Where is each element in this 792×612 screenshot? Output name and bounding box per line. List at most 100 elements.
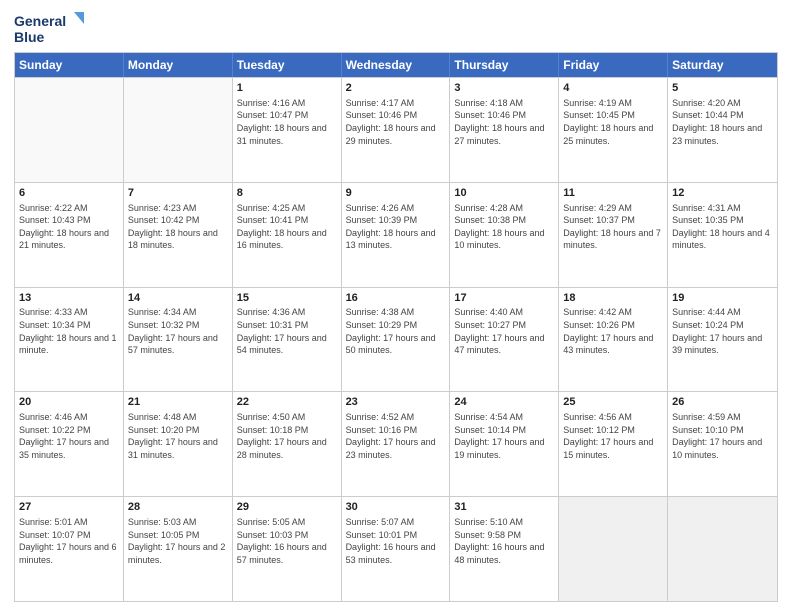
day-cell-26: 26Sunrise: 4:59 AM Sunset: 10:10 PM Dayl… bbox=[668, 392, 777, 496]
day-info: Sunrise: 4:29 AM Sunset: 10:37 PM Daylig… bbox=[563, 202, 663, 252]
day-number: 13 bbox=[19, 291, 119, 306]
day-number: 3 bbox=[454, 81, 554, 96]
day-info: Sunrise: 4:54 AM Sunset: 10:14 PM Daylig… bbox=[454, 411, 554, 461]
day-number: 21 bbox=[128, 395, 228, 410]
day-number: 14 bbox=[128, 291, 228, 306]
day-cell-31: 31Sunrise: 5:10 AM Sunset: 9:58 PM Dayli… bbox=[450, 497, 559, 601]
day-cell-1: 1Sunrise: 4:16 AM Sunset: 10:47 PM Dayli… bbox=[233, 78, 342, 182]
calendar-body: 1Sunrise: 4:16 AM Sunset: 10:47 PM Dayli… bbox=[15, 77, 777, 601]
day-info: Sunrise: 4:38 AM Sunset: 10:29 PM Daylig… bbox=[346, 306, 446, 356]
day-number: 24 bbox=[454, 395, 554, 410]
week-row-2: 6Sunrise: 4:22 AM Sunset: 10:43 PM Dayli… bbox=[15, 182, 777, 287]
day-number: 16 bbox=[346, 291, 446, 306]
day-cell-13: 13Sunrise: 4:33 AM Sunset: 10:34 PM Dayl… bbox=[15, 288, 124, 392]
day-cell-5: 5Sunrise: 4:20 AM Sunset: 10:44 PM Dayli… bbox=[668, 78, 777, 182]
day-cell-17: 17Sunrise: 4:40 AM Sunset: 10:27 PM Dayl… bbox=[450, 288, 559, 392]
day-number: 6 bbox=[19, 186, 119, 201]
calendar-header: SundayMondayTuesdayWednesdayThursdayFrid… bbox=[15, 53, 777, 77]
empty-cell bbox=[15, 78, 124, 182]
day-cell-12: 12Sunrise: 4:31 AM Sunset: 10:35 PM Dayl… bbox=[668, 183, 777, 287]
day-info: Sunrise: 4:40 AM Sunset: 10:27 PM Daylig… bbox=[454, 306, 554, 356]
empty-cell bbox=[668, 497, 777, 601]
day-cell-10: 10Sunrise: 4:28 AM Sunset: 10:38 PM Dayl… bbox=[450, 183, 559, 287]
day-info: Sunrise: 4:59 AM Sunset: 10:10 PM Daylig… bbox=[672, 411, 773, 461]
day-cell-27: 27Sunrise: 5:01 AM Sunset: 10:07 PM Dayl… bbox=[15, 497, 124, 601]
svg-text:Blue: Blue bbox=[14, 29, 45, 45]
day-number: 1 bbox=[237, 81, 337, 96]
svg-text:General: General bbox=[14, 13, 66, 29]
day-info: Sunrise: 4:18 AM Sunset: 10:46 PM Daylig… bbox=[454, 97, 554, 147]
day-header-thursday: Thursday bbox=[450, 53, 559, 77]
day-info: Sunrise: 4:26 AM Sunset: 10:39 PM Daylig… bbox=[346, 202, 446, 252]
week-row-1: 1Sunrise: 4:16 AM Sunset: 10:47 PM Dayli… bbox=[15, 77, 777, 182]
day-cell-2: 2Sunrise: 4:17 AM Sunset: 10:46 PM Dayli… bbox=[342, 78, 451, 182]
day-info: Sunrise: 5:03 AM Sunset: 10:05 PM Daylig… bbox=[128, 516, 228, 566]
day-header-sunday: Sunday bbox=[15, 53, 124, 77]
day-cell-3: 3Sunrise: 4:18 AM Sunset: 10:46 PM Dayli… bbox=[450, 78, 559, 182]
day-info: Sunrise: 4:22 AM Sunset: 10:43 PM Daylig… bbox=[19, 202, 119, 252]
day-header-monday: Monday bbox=[124, 53, 233, 77]
day-cell-19: 19Sunrise: 4:44 AM Sunset: 10:24 PM Dayl… bbox=[668, 288, 777, 392]
day-cell-7: 7Sunrise: 4:23 AM Sunset: 10:42 PM Dayli… bbox=[124, 183, 233, 287]
day-info: Sunrise: 4:16 AM Sunset: 10:47 PM Daylig… bbox=[237, 97, 337, 147]
day-number: 22 bbox=[237, 395, 337, 410]
calendar: SundayMondayTuesdayWednesdayThursdayFrid… bbox=[14, 52, 778, 602]
day-cell-28: 28Sunrise: 5:03 AM Sunset: 10:05 PM Dayl… bbox=[124, 497, 233, 601]
day-cell-20: 20Sunrise: 4:46 AM Sunset: 10:22 PM Dayl… bbox=[15, 392, 124, 496]
day-cell-8: 8Sunrise: 4:25 AM Sunset: 10:41 PM Dayli… bbox=[233, 183, 342, 287]
logo-svg: General Blue bbox=[14, 10, 84, 46]
day-header-saturday: Saturday bbox=[668, 53, 777, 77]
day-number: 31 bbox=[454, 500, 554, 515]
day-cell-6: 6Sunrise: 4:22 AM Sunset: 10:43 PM Dayli… bbox=[15, 183, 124, 287]
day-info: Sunrise: 4:46 AM Sunset: 10:22 PM Daylig… bbox=[19, 411, 119, 461]
day-number: 18 bbox=[563, 291, 663, 306]
day-number: 17 bbox=[454, 291, 554, 306]
day-info: Sunrise: 4:25 AM Sunset: 10:41 PM Daylig… bbox=[237, 202, 337, 252]
day-info: Sunrise: 4:36 AM Sunset: 10:31 PM Daylig… bbox=[237, 306, 337, 356]
week-row-5: 27Sunrise: 5:01 AM Sunset: 10:07 PM Dayl… bbox=[15, 496, 777, 601]
day-info: Sunrise: 5:10 AM Sunset: 9:58 PM Dayligh… bbox=[454, 516, 554, 566]
day-number: 25 bbox=[563, 395, 663, 410]
day-cell-11: 11Sunrise: 4:29 AM Sunset: 10:37 PM Dayl… bbox=[559, 183, 668, 287]
week-row-4: 20Sunrise: 4:46 AM Sunset: 10:22 PM Dayl… bbox=[15, 391, 777, 496]
day-cell-25: 25Sunrise: 4:56 AM Sunset: 10:12 PM Dayl… bbox=[559, 392, 668, 496]
day-info: Sunrise: 4:42 AM Sunset: 10:26 PM Daylig… bbox=[563, 306, 663, 356]
day-header-tuesday: Tuesday bbox=[233, 53, 342, 77]
day-number: 20 bbox=[19, 395, 119, 410]
day-cell-24: 24Sunrise: 4:54 AM Sunset: 10:14 PM Dayl… bbox=[450, 392, 559, 496]
day-number: 28 bbox=[128, 500, 228, 515]
day-info: Sunrise: 5:01 AM Sunset: 10:07 PM Daylig… bbox=[19, 516, 119, 566]
day-number: 27 bbox=[19, 500, 119, 515]
day-number: 26 bbox=[672, 395, 773, 410]
day-cell-16: 16Sunrise: 4:38 AM Sunset: 10:29 PM Dayl… bbox=[342, 288, 451, 392]
day-number: 23 bbox=[346, 395, 446, 410]
day-number: 9 bbox=[346, 186, 446, 201]
day-cell-30: 30Sunrise: 5:07 AM Sunset: 10:01 PM Dayl… bbox=[342, 497, 451, 601]
day-number: 11 bbox=[563, 186, 663, 201]
day-number: 5 bbox=[672, 81, 773, 96]
day-info: Sunrise: 4:23 AM Sunset: 10:42 PM Daylig… bbox=[128, 202, 228, 252]
day-number: 10 bbox=[454, 186, 554, 201]
day-cell-29: 29Sunrise: 5:05 AM Sunset: 10:03 PM Dayl… bbox=[233, 497, 342, 601]
day-cell-23: 23Sunrise: 4:52 AM Sunset: 10:16 PM Dayl… bbox=[342, 392, 451, 496]
day-cell-15: 15Sunrise: 4:36 AM Sunset: 10:31 PM Dayl… bbox=[233, 288, 342, 392]
day-info: Sunrise: 5:05 AM Sunset: 10:03 PM Daylig… bbox=[237, 516, 337, 566]
day-number: 2 bbox=[346, 81, 446, 96]
day-info: Sunrise: 4:33 AM Sunset: 10:34 PM Daylig… bbox=[19, 306, 119, 356]
day-number: 4 bbox=[563, 81, 663, 96]
day-cell-18: 18Sunrise: 4:42 AM Sunset: 10:26 PM Dayl… bbox=[559, 288, 668, 392]
day-number: 8 bbox=[237, 186, 337, 201]
day-cell-21: 21Sunrise: 4:48 AM Sunset: 10:20 PM Dayl… bbox=[124, 392, 233, 496]
day-info: Sunrise: 4:34 AM Sunset: 10:32 PM Daylig… bbox=[128, 306, 228, 356]
day-number: 30 bbox=[346, 500, 446, 515]
day-number: 12 bbox=[672, 186, 773, 201]
day-info: Sunrise: 4:19 AM Sunset: 10:45 PM Daylig… bbox=[563, 97, 663, 147]
empty-cell bbox=[124, 78, 233, 182]
day-info: Sunrise: 4:17 AM Sunset: 10:46 PM Daylig… bbox=[346, 97, 446, 147]
day-number: 15 bbox=[237, 291, 337, 306]
day-info: Sunrise: 4:50 AM Sunset: 10:18 PM Daylig… bbox=[237, 411, 337, 461]
day-cell-4: 4Sunrise: 4:19 AM Sunset: 10:45 PM Dayli… bbox=[559, 78, 668, 182]
day-cell-9: 9Sunrise: 4:26 AM Sunset: 10:39 PM Dayli… bbox=[342, 183, 451, 287]
day-info: Sunrise: 4:20 AM Sunset: 10:44 PM Daylig… bbox=[672, 97, 773, 147]
logo: General Blue bbox=[14, 10, 84, 46]
